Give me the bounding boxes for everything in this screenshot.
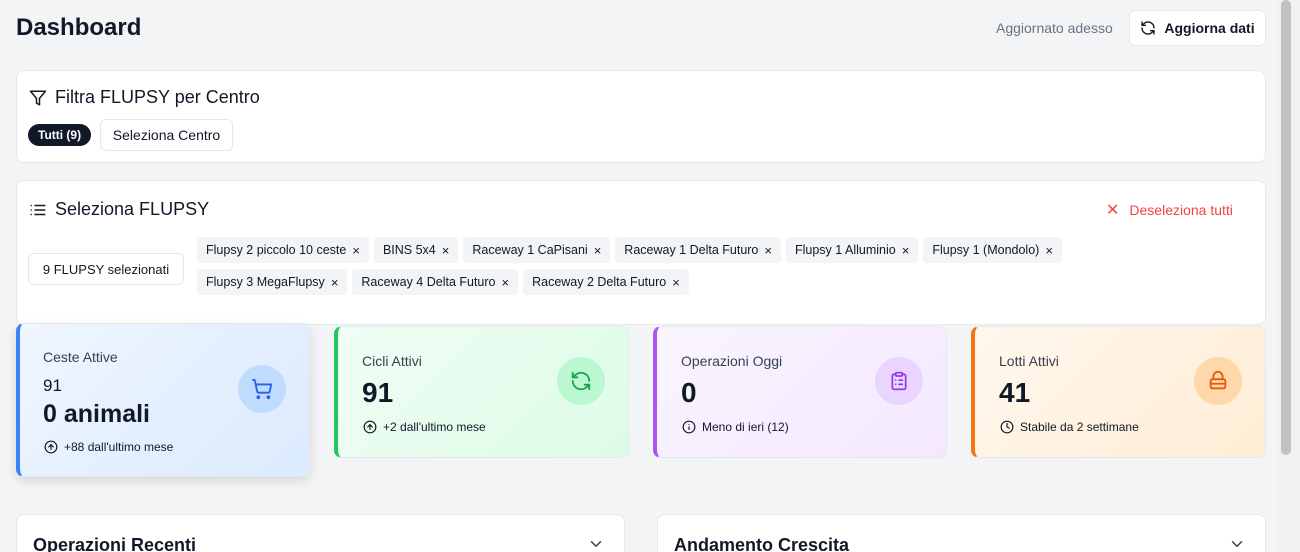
remove-tag-icon[interactable]: ×: [331, 275, 339, 290]
recent-operations-card: Operazioni Recenti: [16, 514, 625, 552]
stat-note: +2 dall'ultimo mese: [363, 420, 486, 434]
stat-icon-badge: [875, 357, 923, 405]
arrow-up-circle-icon: [44, 440, 58, 454]
flupsy-tag: Flupsy 3 MegaFlupsy ×: [197, 269, 348, 295]
remove-tag-icon[interactable]: ×: [672, 275, 680, 290]
flupsy-tags: Flupsy 2 piccolo 10 ceste × BINS 5x4 × Rac…: [197, 237, 1197, 295]
stat-card-ceste[interactable]: Ceste Attive 91 0 animali +88 dall'ultim…: [16, 323, 310, 477]
flupsy-tag-label: Flupsy 2 piccolo 10 ceste: [206, 243, 347, 257]
remove-tag-icon[interactable]: ×: [442, 243, 450, 258]
stat-card-cicli[interactable]: Cicli Attivi 91 +2 dall'ultimo mese: [334, 326, 629, 458]
stat-note: Stabile da 2 settimane: [1000, 420, 1139, 434]
flupsy-select-title: Seleziona FLUPSY: [29, 199, 209, 220]
select-center-button[interactable]: Seleziona Centro: [100, 119, 233, 151]
stat-note: Meno di ieri (12): [682, 420, 789, 434]
flupsy-tag: Raceway 4 Delta Futuro ×: [352, 269, 519, 295]
scrollbar-thumb[interactable]: [1281, 0, 1291, 455]
flupsy-tag: Raceway 2 Delta Futuro ×: [523, 269, 689, 295]
flupsy-tag: Raceway 1 Delta Futuro ×: [615, 237, 781, 263]
deselect-all-button[interactable]: ✕ Deseleziona tutti: [1106, 200, 1233, 220]
stat-note-text: Stabile da 2 settimane: [1020, 420, 1139, 434]
stat-value: 91: [362, 377, 394, 408]
remove-tag-icon[interactable]: ×: [594, 243, 602, 258]
flupsy-select-title-text: Seleziona FLUPSY: [55, 199, 210, 219]
flupsy-tag: Flupsy 1 (Mondolo) ×: [923, 237, 1062, 263]
growth-trend-card: Andamento Crescita: [657, 514, 1266, 552]
flupsy-tag-label: Raceway 1 Delta Futuro: [624, 243, 759, 257]
stat-icon-badge: [557, 357, 605, 405]
stat-value: 41: [999, 377, 1031, 408]
flupsy-tag: Raceway 1 CaPisani ×: [463, 237, 611, 263]
recent-operations-title: Operazioni Recenti: [33, 535, 197, 552]
close-icon: ✕: [1106, 202, 1120, 219]
center-filter-title: Filtra FLUPSY per Centro: [29, 87, 260, 108]
list-icon: [30, 204, 46, 215]
chevron-down-icon[interactable]: [1228, 535, 1246, 552]
clipboard-icon: [891, 371, 907, 391]
chevron-down-icon[interactable]: [587, 535, 605, 552]
stat-card-operazioni[interactable]: Operazioni Oggi 0 Meno di ieri (12): [653, 326, 947, 458]
remove-tag-icon[interactable]: ×: [902, 243, 910, 258]
flupsy-tag-label: Raceway 1 CaPisani: [472, 243, 588, 257]
remove-tag-icon[interactable]: ×: [502, 275, 510, 290]
stat-note: +88 dall'ultimo mese: [44, 440, 173, 454]
flupsy-tag: Flupsy 1 Alluminio ×: [785, 237, 919, 263]
growth-trend-title: Andamento Crescita: [674, 535, 850, 552]
flupsy-tag-label: Flupsy 1 Alluminio: [794, 243, 896, 257]
stat-count: 91: [43, 376, 62, 395]
stat-card-lotti[interactable]: Lotti Attivi 41 Stabile da 2 settimane: [971, 326, 1266, 458]
flupsy-tag: BINS 5x4 ×: [373, 237, 459, 263]
refresh-label: Aggiorna dati: [1164, 20, 1255, 36]
stat-icon-badge: [1194, 357, 1242, 405]
arrow-up-circle-icon: [363, 420, 377, 434]
clock-icon: [1000, 420, 1014, 434]
page-title: Dashboard: [16, 14, 142, 41]
center-all-pill[interactable]: Tutti (9): [28, 124, 92, 146]
stat-value: 0: [681, 377, 697, 408]
deselect-all-label: Deseleziona tutti: [1129, 202, 1233, 218]
center-filter-title-text: Filtra FLUPSY per Centro: [55, 87, 260, 107]
flupsy-tag-label: Flupsy 3 MegaFlupsy: [206, 275, 325, 289]
stat-note-text: +2 dall'ultimo mese: [383, 420, 486, 434]
stat-label: Ceste Attive: [43, 349, 118, 365]
refresh-data-button[interactable]: Aggiorna dati: [1129, 10, 1266, 46]
remove-tag-icon[interactable]: ×: [352, 243, 360, 258]
stat-label: Cicli Attivi: [362, 353, 422, 369]
last-updated-text: Aggiornato adesso: [996, 20, 1113, 36]
remove-tag-icon[interactable]: ×: [764, 243, 772, 258]
stat-label: Operazioni Oggi: [681, 353, 783, 369]
stat-label: Lotti Attivi: [999, 353, 1059, 369]
stat-note-text: Meno di ieri (12): [702, 420, 789, 434]
cart-icon: [251, 378, 273, 400]
stat-value: 0 animali: [43, 400, 150, 428]
filter-icon: [29, 90, 47, 105]
stat-note-text: +88 dall'ultimo mese: [64, 440, 174, 454]
flupsy-tag-label: Raceway 2 Delta Futuro: [532, 275, 667, 289]
flupsy-tag-label: Flupsy 1 (Mondolo): [932, 243, 1040, 257]
stat-icon-badge: [238, 365, 286, 413]
flupsy-tag-label: BINS 5x4: [382, 243, 436, 257]
layers-icon: [1209, 370, 1227, 390]
remove-tag-icon[interactable]: ×: [1045, 243, 1053, 258]
info-icon: [682, 420, 696, 434]
flupsy-tag-label: Raceway 4 Delta Futuro: [361, 275, 496, 289]
top-bar: Dashboard Aggiornato adesso Aggiorna dat…: [0, 0, 1278, 60]
selected-count-button[interactable]: 9 FLUPSY selezionati: [28, 253, 184, 285]
refresh-icon: [1141, 21, 1156, 35]
flupsy-tag: Flupsy 2 piccolo 10 ceste ×: [197, 237, 369, 263]
refresh-icon: [571, 371, 591, 391]
